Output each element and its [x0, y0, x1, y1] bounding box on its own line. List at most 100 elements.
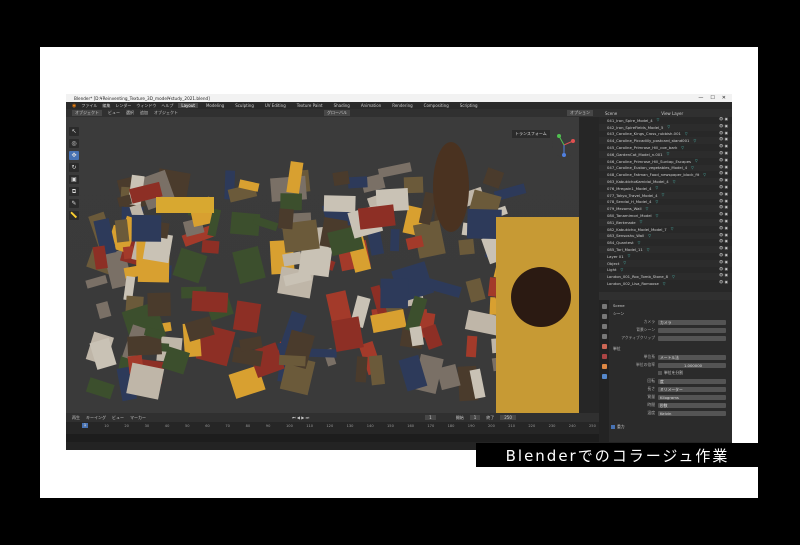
- visibility-icon[interactable]: 👁 ▣: [719, 199, 728, 203]
- options-button[interactable]: オプション: [567, 110, 593, 116]
- outliner-row[interactable]: 044_Caroline_Piccadilly_postcard_stand00…: [599, 137, 732, 145]
- length-select[interactable]: ミリメーター: [658, 386, 726, 392]
- mesh-data-icon[interactable]: ▽: [646, 207, 649, 211]
- tab-sculpting[interactable]: Sculpting: [232, 103, 257, 108]
- playback-menu[interactable]: 再生: [72, 415, 80, 421]
- close-icon[interactable]: ✕: [722, 95, 726, 101]
- 3d-viewport[interactable]: ↖ ◎ ✥ ↻ ▣ ⧉ ✎ 📏 トランスフォーム: [66, 117, 579, 413]
- visibility-icon[interactable]: 👁 ▣: [719, 165, 728, 169]
- outliner-row[interactable]: 042_Iron_SpireFields_Model_5 ▽ 👁 ▣: [599, 123, 732, 131]
- outliner-row[interactable]: 083_Sensoshu_Wall ▽ 👁 ▣: [599, 232, 732, 240]
- time-select[interactable]: 秒数: [658, 402, 726, 408]
- outliner-row[interactable]: 048_Caroline_Fatman_Food_newspaper_block…: [599, 171, 732, 178]
- mode-select[interactable]: オブジェクト: [72, 110, 102, 116]
- cursor-tool-icon[interactable]: ◎: [69, 139, 79, 148]
- outliner-row[interactable]: Layer 01 ▽ 👁 ▣: [599, 253, 732, 260]
- camera-field[interactable]: カメラ: [658, 319, 726, 325]
- tab-rendering[interactable]: Rendering: [389, 103, 415, 108]
- menu-render[interactable]: レンダー: [115, 103, 131, 109]
- end-frame-field[interactable]: 250: [500, 415, 516, 420]
- scene-select[interactable]: Scene: [605, 111, 617, 116]
- mesh-data-icon[interactable]: ▽: [703, 173, 706, 177]
- outliner-row[interactable]: 043_Caroline_Kings_Cross_rubbish.001 ▽ 👁 ▣: [599, 131, 732, 138]
- move-tool-icon[interactable]: ✥: [69, 151, 79, 160]
- visibility-icon[interactable]: 👁 ▣: [719, 273, 728, 277]
- timeline-ruler[interactable]: 1 0 10 20 30 40 50 60 70 80 90 100 110 120 130 140 150 1…: [66, 422, 599, 434]
- unit-scale-field[interactable]: 1.000000: [658, 362, 726, 368]
- mesh-data-icon[interactable]: ▽: [648, 234, 651, 238]
- mesh-data-icon[interactable]: ▽: [655, 186, 658, 190]
- play-controls-icon[interactable]: ⏮ ◀ ▶ ⏭: [292, 415, 309, 420]
- tab-texture-paint[interactable]: Texture Paint: [294, 103, 326, 108]
- outliner-row[interactable]: 045_Caroline_Primrose_Hill_coe_bark ▽ 👁 ▣: [599, 144, 732, 151]
- mesh-data-icon[interactable]: ▽: [667, 152, 670, 156]
- object-menu[interactable]: オブジェクト: [154, 110, 178, 116]
- visibility-icon[interactable]: 👁 ▣: [719, 192, 728, 196]
- outliner-row[interactable]: London_002_Lisa_Romoose ▽ 👁 ▣: [599, 280, 732, 287]
- outliner-row[interactable]: 063_KabukichoKamidai_Model_4 ▽ 👁 ▣: [599, 178, 732, 185]
- tab-shading[interactable]: Shading: [331, 103, 353, 108]
- visibility-icon[interactable]: 👁 ▣: [719, 144, 728, 148]
- start-frame-field[interactable]: 1: [469, 415, 481, 420]
- visibility-icon[interactable]: 👁 ▣: [719, 233, 728, 237]
- output-tab-icon[interactable]: [601, 324, 607, 329]
- select-tool-icon[interactable]: ↖: [69, 127, 79, 136]
- transform-panel[interactable]: トランスフォーム: [512, 130, 550, 138]
- tool-tab-icon[interactable]: [601, 304, 607, 309]
- outliner-row[interactable]: London_001_Rox_Tomb_Stone_8 ▽ 👁 ▣: [599, 273, 732, 281]
- outliner-row[interactable]: 082_Kabukicho_Model_Model_7 ▽ 👁 ▣: [599, 226, 732, 233]
- mesh-data-icon[interactable]: ▽: [656, 214, 659, 218]
- view-layer-select[interactable]: View Layer: [661, 111, 683, 116]
- mesh-data-icon[interactable]: ▽: [667, 125, 670, 129]
- tab-scripting[interactable]: Scripting: [457, 103, 481, 108]
- background-scene-field[interactable]: [658, 327, 726, 333]
- mesh-data-icon[interactable]: ▽: [685, 132, 688, 136]
- current-frame-field[interactable]: 1: [425, 415, 436, 420]
- visibility-icon[interactable]: 👁 ▣: [719, 171, 728, 175]
- annotate-tool-icon[interactable]: ✎: [69, 199, 79, 208]
- view-layer-tab-icon[interactable]: [601, 334, 607, 339]
- mesh-data-icon[interactable]: ▽: [620, 268, 623, 272]
- outliner-row[interactable]: 079_Mezoms_Wall ▽ 👁 ▣: [599, 205, 732, 213]
- units-section[interactable]: 単位: [611, 346, 621, 352]
- visibility-icon[interactable]: 👁 ▣: [719, 239, 728, 243]
- tab-compositing[interactable]: Compositing: [421, 103, 452, 108]
- rotate-tool-icon[interactable]: ↻: [69, 163, 79, 172]
- visibility-icon[interactable]: 👁 ▣: [719, 267, 728, 271]
- visibility-icon[interactable]: 👁 ▣: [719, 117, 728, 121]
- gravity-checkbox[interactable]: [611, 425, 615, 429]
- outliner-row[interactable]: 047_Caroline_Euston_vegetables_Model_4 ▽ 👁…: [599, 164, 732, 172]
- mesh-data-icon[interactable]: ▽: [640, 220, 643, 224]
- mesh-data-icon[interactable]: ▽: [663, 282, 666, 286]
- measure-tool-icon[interactable]: 📏: [69, 211, 79, 220]
- outliner-row[interactable]: 078_Sendai_H_Model_4 ▽ 👁 ▣: [599, 199, 732, 206]
- mesh-data-icon[interactable]: ▽: [672, 275, 675, 279]
- outliner-row[interactable]: 076_Mregain1_Model_4 ▽ 👁 ▣: [599, 185, 732, 192]
- mass-select[interactable]: Kilograms: [658, 394, 726, 400]
- mesh-data-icon[interactable]: ▽: [623, 261, 626, 265]
- outliner-row[interactable]: Light ▽ 👁 ▣: [599, 267, 732, 274]
- render-tab-icon[interactable]: [601, 314, 607, 319]
- visibility-icon[interactable]: 👁 ▣: [719, 185, 728, 189]
- mesh-data-icon[interactable]: ▽: [655, 200, 658, 204]
- mesh-data-icon[interactable]: ▽: [691, 166, 694, 170]
- marker-menu[interactable]: マーカー: [130, 415, 146, 421]
- visibility-icon[interactable]: 👁 ▣: [719, 280, 728, 284]
- tab-animation[interactable]: Animation: [358, 103, 384, 108]
- visibility-icon[interactable]: 👁 ▣: [719, 246, 728, 250]
- menu-help[interactable]: ヘルプ: [161, 103, 173, 109]
- gravity-section[interactable]: 重力: [611, 424, 625, 430]
- view-menu[interactable]: ビュー: [108, 110, 120, 116]
- world-tab-icon[interactable]: [601, 354, 607, 359]
- select-menu[interactable]: 選択: [126, 110, 134, 116]
- visibility-icon[interactable]: 👁 ▣: [719, 131, 728, 135]
- outliner-row[interactable]: 046_Caroline_Primrose_Hill_Suntap_Escape…: [599, 158, 732, 165]
- mesh-data-icon[interactable]: ▽: [693, 139, 696, 143]
- mesh-data-icon[interactable]: ▽: [657, 118, 660, 122]
- outliner-row[interactable]: 081_Berkmade ▽ 👁 ▣: [599, 218, 732, 226]
- visibility-icon[interactable]: 👁 ▣: [719, 219, 728, 223]
- orientation-select[interactable]: グローバル: [324, 110, 350, 116]
- unit-system-select[interactable]: メートル法: [658, 354, 726, 360]
- visibility-icon[interactable]: 👁 ▣: [719, 137, 728, 141]
- mesh-data-icon[interactable]: ▽: [628, 254, 631, 258]
